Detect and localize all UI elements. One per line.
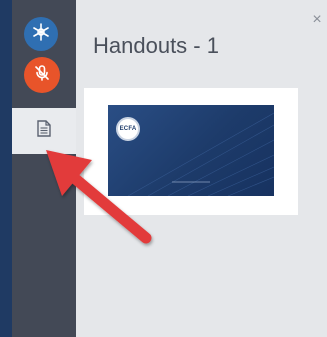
handouts-panel: × Handouts - 1 ECFA [76,0,327,337]
close-icon: × [312,11,322,28]
logo-text: ECFA [119,126,137,132]
mute-microphone-button[interactable] [24,57,60,93]
panel-title: Handouts - 1 [93,33,219,58]
snowflake-icon [31,22,51,47]
close-button[interactable]: × [309,12,325,28]
mic-off-icon [33,64,51,87]
app-menu-button[interactable] [24,17,58,51]
handout-thumbnail[interactable]: ECFA [108,105,274,196]
handouts-tab[interactable] [12,108,76,154]
ecfa-logo: ECFA [116,117,140,141]
document-icon [37,120,51,142]
handout-card[interactable]: ECFA [84,88,298,215]
